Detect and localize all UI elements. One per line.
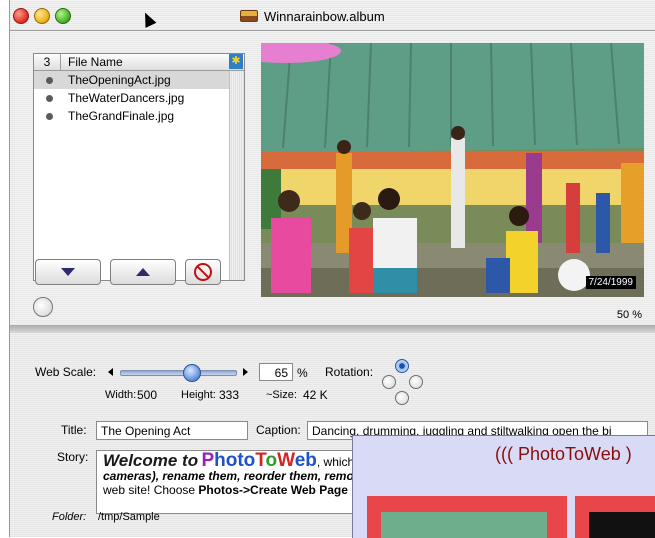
window-title: Winnarainbow.album — [264, 8, 385, 24]
photo-date-stamp: 7/24/1999 — [585, 276, 636, 289]
file-name-column-header[interactable]: File Name — [68, 54, 123, 70]
title-input[interactable]: The Opening Act — [96, 421, 248, 440]
festival-photo — [261, 43, 644, 297]
zoom-window-button[interactable] — [55, 8, 71, 24]
rotation-radio-left[interactable] — [382, 375, 396, 389]
height-label: Height: — [181, 389, 216, 401]
file-count: 3 — [34, 54, 61, 70]
rotation-radio-top[interactable] — [395, 359, 409, 373]
file-list-scrollbar[interactable] — [229, 71, 244, 280]
width-value: 500 — [137, 388, 158, 402]
preview-thumbnail-1-image — [381, 512, 547, 538]
story-welcome: Welcome to — [103, 451, 199, 470]
window-title-group: Winnarainbow.album — [240, 8, 385, 24]
move-up-button[interactable] — [110, 259, 176, 285]
preview-thumbnail-2[interactable] — [575, 496, 655, 538]
photo-preview[interactable]: 7/24/1999 — [261, 43, 644, 297]
file-row[interactable]: TheOpeningAct.jpg — [34, 71, 244, 89]
remove-photo-button[interactable] — [185, 259, 221, 285]
brand-letter-t: T — [255, 450, 266, 471]
story-textarea[interactable]: Welcome to PhotoToWeb, which cameras), r… — [96, 450, 376, 514]
web-scale-label: Web Scale: — [35, 365, 97, 379]
file-list-header: 3 File Name ✱ — [34, 54, 244, 71]
height-value: 333 — [219, 388, 240, 402]
web-scale-slider-knob[interactable] — [183, 364, 201, 382]
brand-letters-hoto: hoto — [214, 450, 256, 471]
title-label: Title: — [61, 423, 87, 437]
folder-label: Folder: — [52, 511, 87, 523]
story-line-2: cameras), rename them, reorder them, rem… — [103, 469, 368, 483]
file-name: TheWaterDancers.jpg — [68, 91, 185, 105]
size-value: 42 K — [303, 388, 328, 402]
preview-thumbnail-1[interactable] — [367, 496, 567, 538]
brand-letter-w: W — [277, 450, 295, 471]
web-scale-input[interactable]: 65 — [259, 363, 293, 381]
width-label: Width: — [105, 389, 137, 401]
bullet-icon — [46, 77, 53, 84]
minimize-window-button[interactable] — [34, 8, 50, 24]
popup-title: ((( PhotoToWeb ) — [495, 444, 632, 464]
brand-letter-o: o — [265, 450, 278, 471]
mouse-pointer-icon — [139, 10, 157, 28]
file-row[interactable]: TheWaterDancers.jpg — [34, 89, 244, 107]
file-row[interactable]: TheGrandFinale.jpg — [34, 107, 244, 125]
preview-thumbnail-2-image — [589, 512, 655, 538]
scale-decrease-arrow-icon[interactable] — [108, 368, 113, 376]
scale-increase-arrow-icon[interactable] — [243, 368, 248, 376]
web-scale-slider[interactable] — [120, 370, 237, 376]
story-line-1-tail: , which — [316, 455, 355, 469]
brand-letters-eb: eb — [294, 450, 317, 471]
album-document-icon — [240, 10, 258, 22]
file-name: TheOpeningAct.jpg — [68, 73, 171, 87]
zoom-level: 50 % — [616, 309, 642, 321]
caption-label: Caption: — [256, 423, 301, 437]
pane-splitter[interactable] — [10, 325, 655, 333]
prohibited-icon — [194, 263, 212, 281]
bullet-icon — [46, 113, 53, 120]
browser-pane: 3 File Name ✱ TheOpeningAct.jpg TheWaterD… — [10, 31, 655, 325]
size-label: ~Size: — [266, 389, 297, 401]
close-window-button[interactable] — [13, 8, 29, 24]
rotation-radio-right[interactable] — [409, 375, 423, 389]
story-line-3: web site! Choose Photos->Create Web Page — [103, 483, 369, 497]
photo-to-web-preview-window[interactable]: ((( PhotoToWeb ) — [352, 435, 655, 538]
file-rows: TheOpeningAct.jpg TheWaterDancers.jpg TheG… — [34, 71, 244, 125]
file-name: TheGrandFinale.jpg — [68, 109, 175, 123]
web-scale-unit: % — [297, 366, 308, 380]
down-arrow-icon — [61, 268, 75, 276]
brand-letter-p: P — [201, 450, 215, 471]
rotation-label: Rotation: — [325, 365, 374, 379]
bullet-icon — [46, 95, 53, 102]
move-down-button[interactable] — [35, 259, 101, 285]
up-arrow-icon — [136, 268, 150, 276]
rotation-radio-bottom[interactable] — [395, 391, 409, 405]
story-line-3-pre: web site! Choose — [103, 483, 199, 497]
title-bar[interactable]: Winnarainbow.album — [10, 0, 655, 31]
file-list[interactable]: 3 File Name ✱ TheOpeningAct.jpg TheWaterD… — [33, 53, 245, 281]
progress-spinner-icon — [33, 297, 53, 317]
palm-tree-icon[interactable]: ✱ — [229, 54, 243, 69]
folder-path: /tmp/Sample — [98, 511, 160, 523]
story-line-3-command: Photos->Create Web Page — [198, 483, 348, 497]
story-line-1: Welcome to PhotoToWeb, which — [103, 451, 369, 470]
story-label: Story: — [57, 450, 89, 464]
